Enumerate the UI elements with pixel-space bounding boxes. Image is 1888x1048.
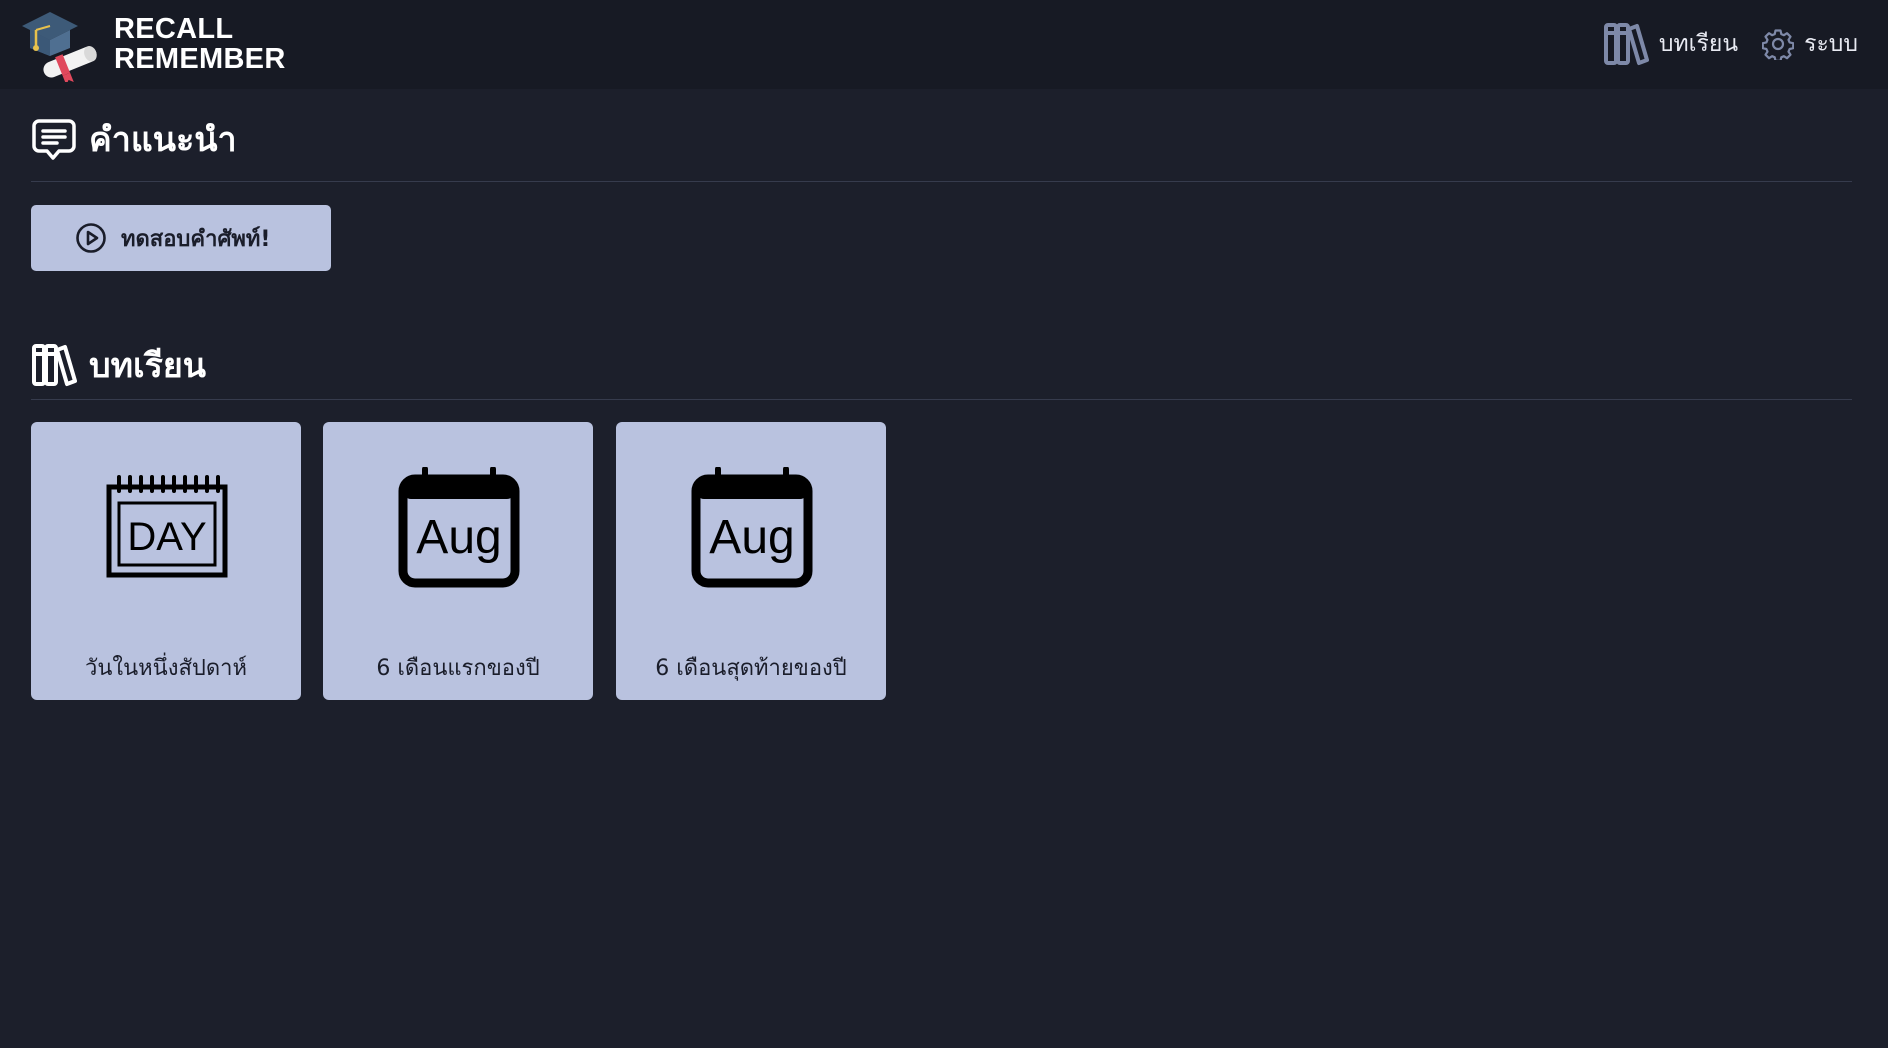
- graduation-cap-diploma-icon: [22, 12, 97, 82]
- brand-line-1: RECALL: [114, 13, 234, 45]
- top-bar: RECALL REMEMBER บทเรียน ระบบ: [0, 0, 1888, 89]
- lessons-title: บทเรียน: [89, 346, 207, 386]
- play-circle-icon: [75, 222, 107, 254]
- books-icon: [32, 344, 77, 386]
- top-nav: บทเรียน ระบบ: [1579, 20, 1858, 68]
- lessons-section-header: บทเรียน: [31, 338, 206, 392]
- brand-name: RECALL REMEMBER: [114, 14, 286, 74]
- brand-line-2: REMEMBER: [114, 43, 286, 75]
- lesson-card-days-of-week[interactable]: DAY วันในหนึ่งสัปดาห์: [31, 422, 301, 700]
- month-calendar-icon: Aug: [398, 467, 520, 588]
- lesson-card-first-six-months[interactable]: Aug 6 เดือนแรกของปี: [323, 422, 593, 700]
- svg-text:Aug: Aug: [416, 511, 501, 564]
- gear-icon: [1762, 29, 1795, 60]
- svg-text:Aug: Aug: [709, 511, 794, 564]
- nav-lessons-label: บทเรียน: [1658, 31, 1739, 57]
- lesson-card-label: วันในหนึ่งสัปดาห์: [85, 656, 247, 681]
- nav-system[interactable]: ระบบ: [1762, 26, 1858, 62]
- lesson-card-last-six-months[interactable]: Aug 6 เดือนสุดท้ายของปี: [616, 422, 886, 700]
- quiz-button-label: ทดสอบคำศัพท์!: [121, 226, 271, 252]
- guide-section-header: คำแนะนำ: [31, 112, 237, 166]
- brand[interactable]: RECALL REMEMBER: [20, 6, 286, 82]
- guide-title: คำแนะนำ: [89, 120, 237, 160]
- chat-bubble-icon: [32, 119, 76, 160]
- nav-system-label: ระบบ: [1804, 31, 1858, 57]
- nav-lessons[interactable]: บทเรียน: [1603, 21, 1738, 67]
- lessons-divider: [31, 399, 1852, 400]
- lesson-card-label: 6 เดือนแรกของปี: [376, 656, 540, 681]
- svg-text:DAY: DAY: [127, 515, 206, 559]
- month-calendar-icon: Aug: [691, 467, 813, 588]
- day-calendar-icon: DAY: [106, 475, 228, 578]
- guide-divider: [31, 181, 1852, 182]
- lesson-card-label: 6 เดือนสุดท้ายของปี: [655, 656, 847, 681]
- books-icon: [1603, 23, 1649, 65]
- quiz-button[interactable]: ทดสอบคำศัพท์!: [31, 205, 331, 271]
